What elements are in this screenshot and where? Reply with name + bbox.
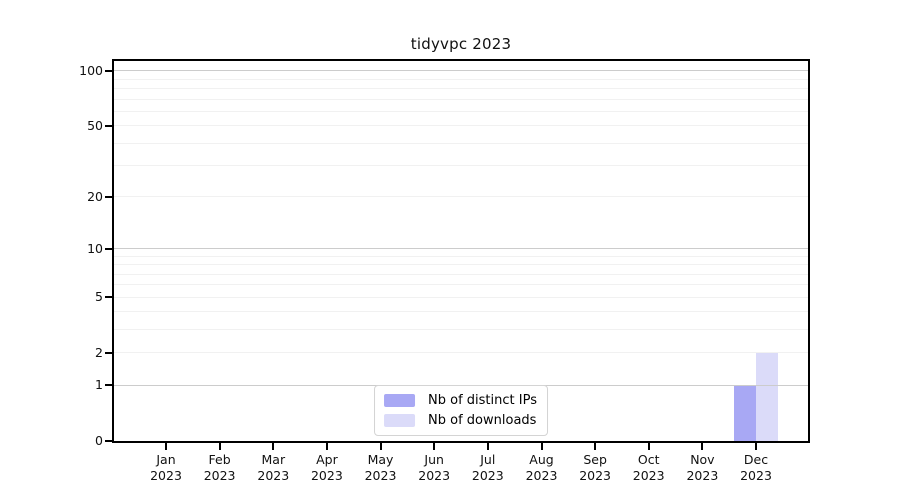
x-tick xyxy=(701,443,704,450)
y-tick-label: 2 xyxy=(95,344,103,360)
x-tick-year: 2023 xyxy=(632,468,665,483)
x-tick xyxy=(647,443,650,450)
x-tick-label: Apr 2023 xyxy=(311,452,343,484)
y-tick xyxy=(105,195,112,198)
legend-item-distinct-ips: Nb of distinct IPs xyxy=(384,393,537,408)
x-tick-month: Apr xyxy=(316,452,338,467)
x-tick-month: Oct xyxy=(637,452,660,467)
y-tick xyxy=(105,440,112,442)
gridline-minor xyxy=(114,87,808,89)
y-tick xyxy=(105,124,112,127)
x-tick-month: Jun xyxy=(424,452,444,467)
x-tick xyxy=(540,443,543,450)
gridline-minor xyxy=(114,125,808,126)
x-tick-label: Jan 2023 xyxy=(150,452,182,484)
gridline-minor xyxy=(114,255,808,257)
y-tick xyxy=(105,351,112,354)
x-tick-year: 2023 xyxy=(418,468,451,483)
plot-area: Nb of distinct IPs Nb of downloads 0 1 2 5 1… xyxy=(79,59,810,483)
gridline-minor xyxy=(114,352,808,354)
gridline-minor xyxy=(114,296,808,298)
x-tick-year: 2023 xyxy=(579,468,611,483)
x-tick-month: Sep xyxy=(583,452,607,467)
x-tick-year: 2023 xyxy=(364,468,397,483)
y-tick-label: 100 xyxy=(79,62,103,78)
x-tick-month: May xyxy=(367,452,394,467)
gridline-minor xyxy=(114,142,808,144)
x-tick xyxy=(594,443,597,450)
gridline-minor xyxy=(114,98,808,100)
x-tick-month: Nov xyxy=(690,452,715,467)
x-tick xyxy=(325,443,328,450)
y-tick xyxy=(105,69,112,72)
chart-figure: tidyvpc 2023 Nb of distinct IPs Nb of do… xyxy=(0,0,900,500)
x-tick-month: Mar xyxy=(261,452,286,467)
x-tick-label: May 2023 xyxy=(365,452,397,484)
x-tick-label: Mar 2023 xyxy=(257,452,289,484)
x-tick-year: 2023 xyxy=(310,468,343,483)
x-tick-year: 2023 xyxy=(203,468,236,483)
x-tick-label: Aug 2023 xyxy=(526,452,558,484)
gridline-minor xyxy=(114,78,808,80)
legend-label-distinct-ips: Nb of distinct IPs xyxy=(428,393,537,408)
legend-label-downloads: Nb of downloads xyxy=(428,413,537,428)
bar-distinct-ips xyxy=(734,385,756,441)
x-tick-year: 2023 xyxy=(686,468,719,483)
x-tick xyxy=(379,443,382,450)
x-tick-label: Jun 2023 xyxy=(418,452,450,484)
x-tick-year: 2023 xyxy=(525,468,558,483)
chart-title: tidyvpc 2023 xyxy=(410,35,512,53)
x-tick-label: Oct 2023 xyxy=(633,452,665,484)
gridline-major xyxy=(114,247,808,250)
gridline-minor xyxy=(114,110,808,112)
x-tick-year: 2023 xyxy=(471,468,504,483)
y-tick-label: 20 xyxy=(87,188,103,204)
x-tick xyxy=(755,443,757,450)
y-tick-label: 1 xyxy=(95,377,103,393)
x-tick-year: 2023 xyxy=(150,468,182,483)
gridline-minor xyxy=(114,329,808,331)
x-tick-label: Nov 2023 xyxy=(686,452,718,484)
x-tick-label: Dec 2023 xyxy=(740,452,772,484)
gridline-minor xyxy=(114,196,808,198)
x-tick-year: 2023 xyxy=(740,468,772,483)
legend: Nb of distinct IPs Nb of downloads xyxy=(374,385,548,436)
y-tick-label: 50 xyxy=(87,117,103,133)
y-tick-label: 0 xyxy=(95,433,103,448)
gridline-minor xyxy=(114,284,808,286)
y-tick xyxy=(105,296,112,299)
x-tick-month: Feb xyxy=(208,452,231,467)
x-tick xyxy=(433,443,436,450)
x-tick-label: Feb 2023 xyxy=(204,452,236,484)
x-tick-month: Jul xyxy=(480,452,496,467)
x-tick xyxy=(218,443,221,450)
x-tick-month: Dec xyxy=(743,452,769,467)
y-tick xyxy=(105,384,112,387)
gridline-minor xyxy=(114,273,808,275)
x-tick xyxy=(165,443,167,450)
x-tick-month: Aug xyxy=(529,452,554,467)
y-tick-label: 5 xyxy=(95,289,103,305)
x-tick-year: 2023 xyxy=(257,468,290,483)
legend-swatch-downloads-icon xyxy=(384,414,416,427)
y-tick-label: 10 xyxy=(87,240,103,256)
legend-item-downloads: Nb of downloads xyxy=(384,413,537,428)
gridline-minor xyxy=(114,165,808,166)
legend-swatch-distinct-ips-icon xyxy=(384,394,416,407)
x-tick xyxy=(486,443,489,450)
x-tick-label: Jul 2023 xyxy=(472,452,504,484)
x-tick xyxy=(272,443,275,450)
x-tick-month: Jan xyxy=(156,452,176,467)
bar-downloads xyxy=(756,352,778,441)
x-tick-label: Sep 2023 xyxy=(579,452,611,484)
gridline-major xyxy=(114,69,808,72)
gridline-minor xyxy=(114,264,808,266)
gridline-minor xyxy=(114,311,808,313)
y-tick xyxy=(105,247,112,250)
